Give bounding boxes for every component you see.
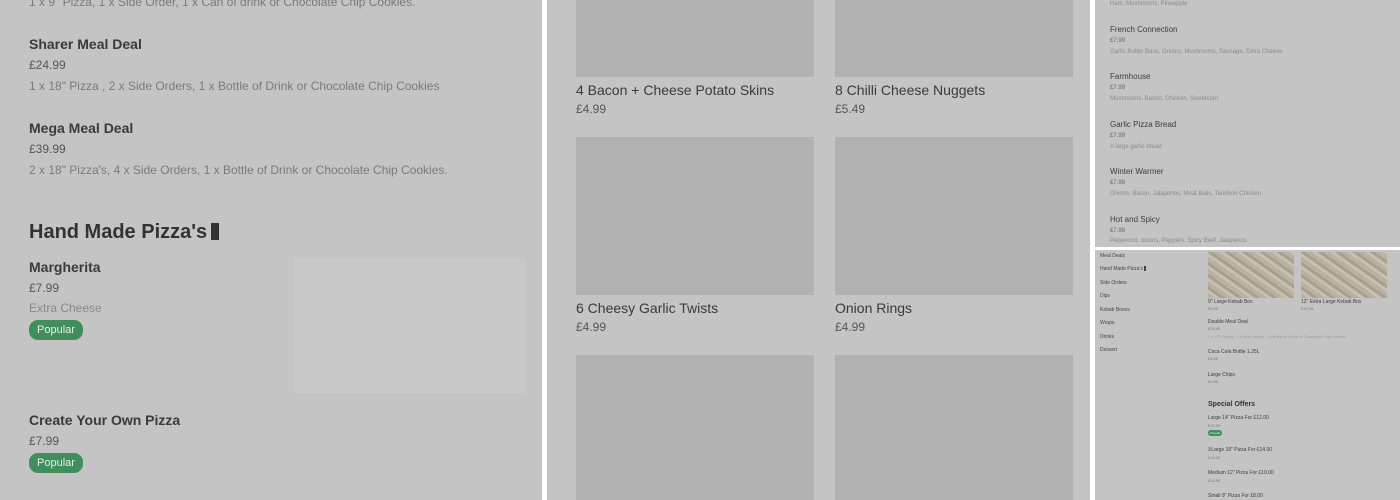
item-name: Double Meal Deal (1208, 319, 1248, 325)
item-name: Coca Cola Bottle 1.25L (1208, 349, 1260, 355)
menu-panel-pizzas-zoomed-out: Ham, Mushrooms, Pineapple French Connect… (1095, 0, 1400, 247)
nav-item-drinks[interactable]: Drinks (1100, 334, 1114, 340)
item-image (294, 259, 526, 393)
section-title: Hand Made Pizza's (29, 221, 208, 243)
nav-item-wraps[interactable]: Wraps (1100, 320, 1114, 326)
item-name: Margherita (29, 259, 101, 275)
popular-badge: Popular (29, 320, 83, 340)
item-price: £4.99 (835, 320, 866, 334)
item-price: £7.99 (29, 434, 60, 448)
item-description: Pepperoni, onions, Peppers, Spicy Beef, … (1110, 238, 1247, 244)
item-name: Hot and Spicy (1110, 215, 1160, 224)
item-name: Mega Meal Deal (29, 120, 134, 136)
item-price: £7.99 (1110, 38, 1126, 44)
item-name: XLarge 18" Pizza For £14.00 (1208, 447, 1273, 453)
popular-badge: Popular (1208, 430, 1223, 436)
item-name: Onion Rings (835, 300, 913, 316)
item-name: Medium 12" Pizza For £10.00 (1208, 470, 1274, 476)
section-title: Special Offers (1208, 401, 1256, 408)
menu-panel-overview: Meal Deals Hand Made Pizza's Side Orders… (1095, 250, 1400, 500)
item-price: £5.49 (835, 102, 866, 116)
nav-item-label: Hand Made Pizza's (1100, 266, 1143, 272)
item-price: £4.99 (576, 320, 607, 334)
item-name: Small 9" Pizza For £8.00 (1208, 493, 1263, 499)
item-name: Winter Warmer (1110, 167, 1164, 176)
menu-panel-meal-deals: 1 x 9" Pizza, 1 x Side Order, 1 x Can of… (0, 0, 542, 500)
item-description: Extra Cheese (29, 301, 102, 315)
item-name: 12" Extra Large Kebab Box (1301, 299, 1362, 305)
item-image[interactable] (835, 137, 1073, 295)
item-description: 1 x 9" Pizza, 1 x Side Order, 1 x Can of… (29, 0, 416, 9)
item-price: £7.99 (1110, 85, 1126, 91)
item-image[interactable] (1208, 252, 1294, 298)
item-name: Large 14" Pizza For £12.00 (1208, 415, 1269, 421)
item-price: £3.49 (1208, 356, 1219, 361)
item-price: £7.99 (29, 281, 60, 295)
item-image (576, 0, 814, 77)
active-marker-icon (1143, 266, 1146, 271)
item-price: £7.99 (1110, 133, 1126, 139)
nav-item-side-orders[interactable]: Side Orders (1100, 280, 1127, 286)
item-name: Sharer Meal Deal (29, 36, 142, 52)
item-price: £25.99 (1208, 326, 1221, 331)
nav-item-dips[interactable]: Dips (1100, 293, 1110, 299)
item-price: £4.99 (576, 102, 607, 116)
item-price: £7.99 (1110, 180, 1126, 186)
item-price: £7.99 (1110, 228, 1126, 234)
item-price: £39.99 (29, 142, 66, 156)
item-price: £14.00 (1208, 455, 1221, 460)
item-image (835, 0, 1073, 77)
menu-panel-side-orders: 4 Bacon + Cheese Potato Skins £4.99 8 Ch… (547, 0, 1090, 500)
item-price: £12.99 (1301, 306, 1314, 311)
item-description: 1 x 18" Pizza , 2 x Side Orders, 1 x Bot… (29, 79, 440, 93)
item-description: 2 x 18" Pizza's, 4 x Side Orders, 1 x Bo… (29, 163, 448, 177)
item-image[interactable] (835, 355, 1073, 500)
item-name: Garlic Pizza Bread (1110, 120, 1177, 129)
item-image[interactable] (1301, 252, 1387, 298)
item-description: A large garlic bread (1110, 144, 1162, 150)
nav-item-hand-made-pizzas[interactable]: Hand Made Pizza's (1100, 266, 1146, 272)
nav-item-kebab-boxes[interactable]: Kebab Boxes (1100, 307, 1130, 313)
item-name: Large Chips (1208, 372, 1235, 378)
item-name: 8 Chilli Cheese Nuggets (835, 82, 986, 98)
section-marker-icon (211, 223, 220, 240)
item-price: £2.99 (1208, 379, 1219, 384)
item-name: 6 Cheesy Garlic Twists (576, 300, 719, 316)
nav-item-dessert[interactable]: Dessert (1100, 347, 1117, 353)
item-price: £12.00 (1208, 423, 1221, 428)
item-name: 4 Bacon + Cheese Potato Skins (576, 82, 775, 98)
item-name: 9" Large Kebab Box (1208, 299, 1253, 305)
item-price: £24.99 (29, 58, 66, 72)
item-description: Onions, Bacon, Jalapenos, Meat Balls, Ta… (1110, 191, 1261, 197)
item-description: Ham, Mushrooms, Pineapple (1110, 1, 1188, 7)
item-name: Farmhouse (1110, 72, 1151, 81)
item-price: £10.00 (1208, 478, 1221, 483)
item-description: Garlic Butter Base, Onions, Mushrooms, S… (1110, 49, 1283, 55)
item-price: £9.99 (1208, 306, 1219, 311)
section-heading: Hand Made Pizza's (29, 221, 220, 244)
item-image[interactable] (576, 355, 814, 500)
popular-badge: Popular (29, 453, 83, 473)
item-image[interactable] (576, 137, 814, 295)
nav-item-meal-deals[interactable]: Meal Deals (1100, 253, 1125, 259)
item-description: Mushrooms, Bacon, Chicken, Sweetcorn (1110, 96, 1219, 102)
item-description: 2 x 12" Pizza's, 2 x Side Orders, 1 x Bo… (1208, 334, 1347, 339)
item-name: Create Your Own Pizza (29, 412, 181, 428)
item-name: French Connection (1110, 25, 1178, 34)
